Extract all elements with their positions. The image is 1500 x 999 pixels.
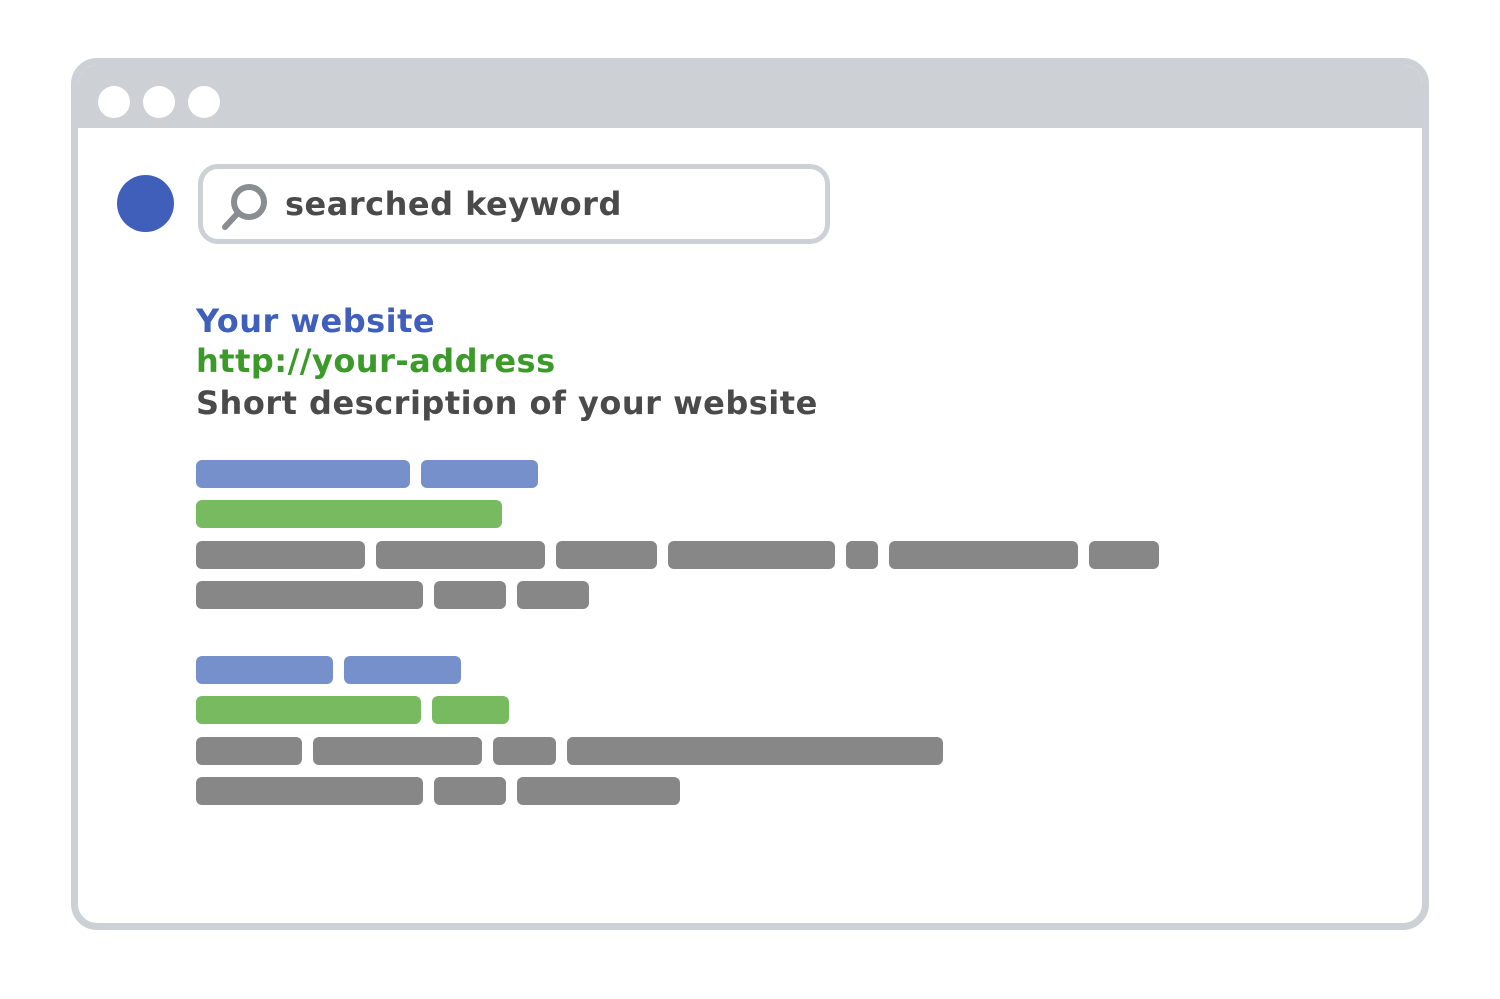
result-url[interactable]: http://your-address (196, 342, 556, 380)
placeholder-url-block (432, 696, 509, 724)
placeholder-text-block (517, 581, 589, 609)
placeholder-title-block (344, 656, 461, 684)
browser-window: searched keyword Your website http://you… (71, 58, 1429, 930)
placeholder-text-block (517, 777, 680, 805)
placeholder-text-block (196, 541, 365, 569)
placeholder-text-block (889, 541, 1078, 569)
placeholder-text-block (196, 737, 302, 765)
placeholder-text-block (1089, 541, 1159, 569)
placeholder-text-block (846, 541, 878, 569)
search-input[interactable]: searched keyword (198, 164, 830, 244)
placeholder-text-block (376, 541, 545, 569)
placeholder-text-block (556, 541, 657, 569)
placeholder-text-block (196, 581, 423, 609)
placeholder-title-block (421, 460, 538, 488)
placeholder-title-block (196, 656, 333, 684)
placeholder-text-block (196, 777, 423, 805)
title-bar (78, 65, 1422, 128)
search-icon (222, 184, 267, 230)
placeholder-text-block (493, 737, 556, 765)
placeholder-text-block (313, 737, 482, 765)
placeholder-text-block (668, 541, 835, 569)
placeholder-url-block (196, 696, 421, 724)
placeholder-url-block (196, 500, 502, 528)
search-engine-logo[interactable] (117, 175, 174, 232)
window-maximize-button[interactable] (188, 86, 220, 118)
placeholder-text-block (567, 737, 943, 765)
placeholder-title-block (196, 460, 410, 488)
placeholder-text-block (434, 581, 506, 609)
window-close-button[interactable] (98, 86, 130, 118)
result-title-link[interactable]: Your website (196, 302, 435, 340)
placeholder-text-block (434, 777, 506, 805)
result-description: Short description of your website (196, 384, 818, 422)
window-minimize-button[interactable] (143, 86, 175, 118)
search-query[interactable]: searched keyword (285, 185, 622, 223)
